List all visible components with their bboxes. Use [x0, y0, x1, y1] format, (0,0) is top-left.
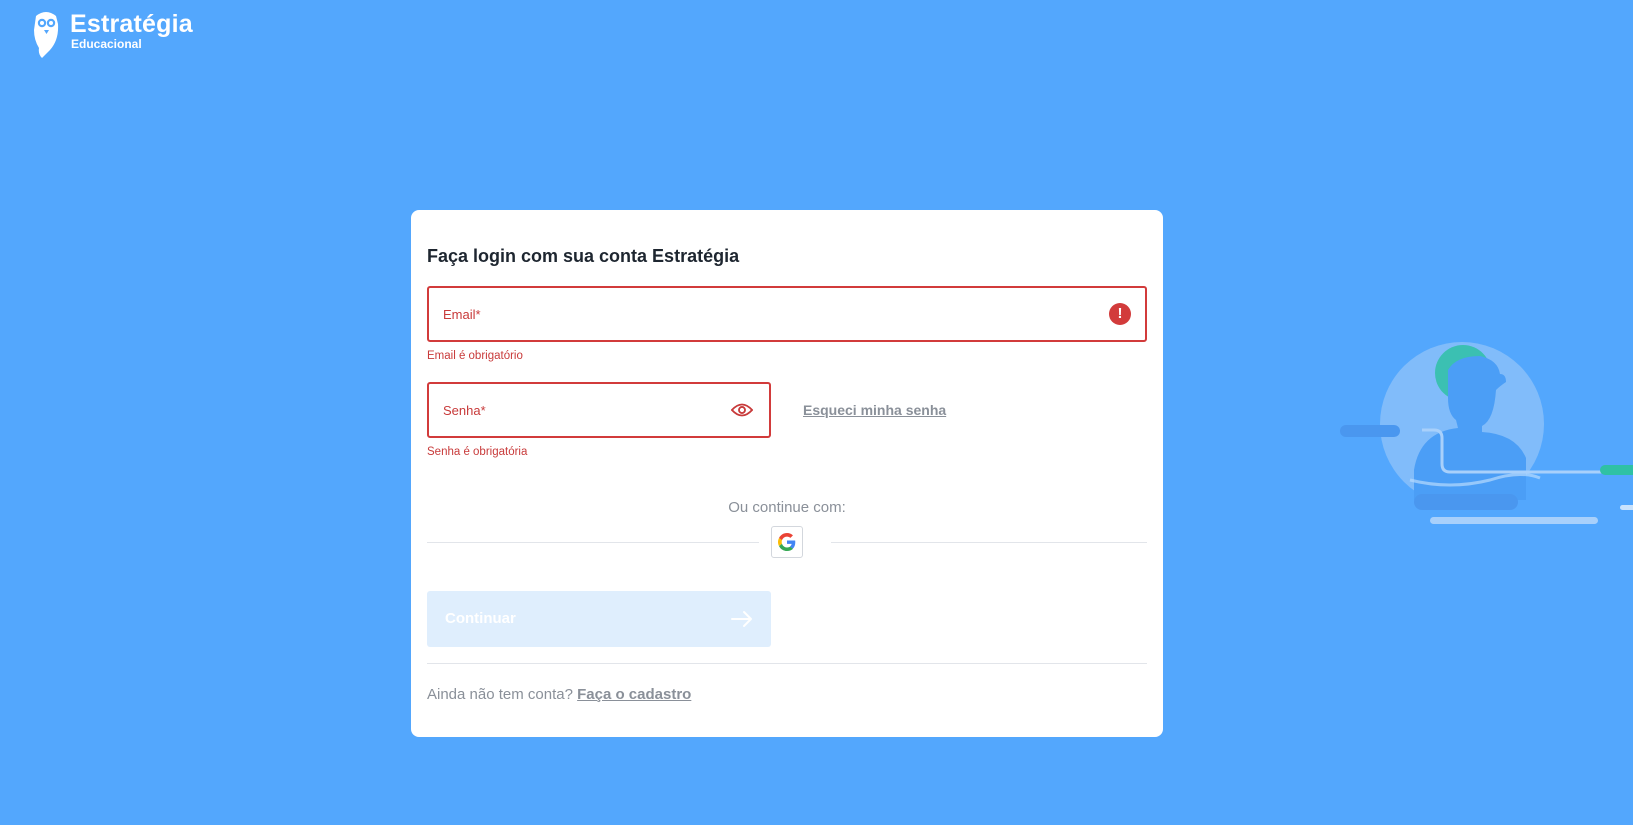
google-icon — [778, 533, 796, 551]
brand-logo[interactable]: Estratégia Educacional — [32, 10, 193, 60]
owl-logo-icon — [34, 12, 59, 58]
email-input[interactable] — [441, 296, 1097, 332]
password-error-message: Senha é obrigatória — [427, 446, 528, 458]
page-title: Faça login com sua conta Estratégia — [427, 246, 740, 266]
brand-subtitle: Educacional — [71, 37, 142, 51]
divider-left — [427, 542, 759, 543]
password-field[interactable]: Senha* — [427, 382, 771, 438]
divider-bottom — [427, 663, 1147, 664]
or-continue-label: Ou continue com: — [728, 499, 846, 516]
brand-name: Estratégia — [70, 10, 193, 38]
email-field[interactable]: Email* ! — [427, 286, 1147, 342]
signup-row: Ainda não tem conta? Faça o cadastro — [427, 686, 691, 703]
error-icon: ! — [1109, 303, 1131, 325]
password-input[interactable] — [441, 392, 721, 428]
forgot-password-link[interactable]: Esqueci minha senha — [803, 402, 946, 418]
divider-right — [831, 542, 1147, 543]
continue-button-label: Continuar — [445, 610, 516, 627]
google-login-button[interactable] — [771, 526, 803, 558]
email-error-message: Email é obrigatório — [427, 350, 523, 362]
continue-button[interactable]: Continuar — [427, 591, 771, 647]
signup-link[interactable]: Faça o cadastro — [577, 686, 691, 703]
user-illustration — [1340, 342, 1633, 524]
arrow-right-icon — [731, 611, 752, 627]
signup-prompt: Ainda não tem conta? — [427, 686, 573, 703]
login-card: Faça login com sua conta Estratégia Emai… — [411, 210, 1163, 737]
eye-icon[interactable] — [731, 401, 753, 419]
